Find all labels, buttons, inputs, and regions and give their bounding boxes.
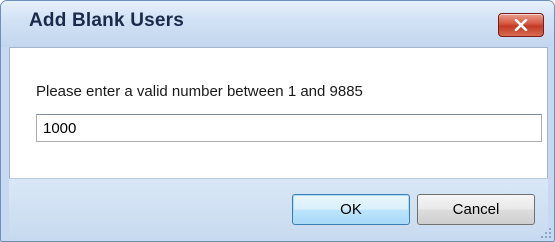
cancel-button[interactable]: Cancel [417, 194, 535, 225]
ok-button[interactable]: OK [292, 194, 410, 225]
close-icon [514, 19, 528, 31]
dialog-title: Add Blank Users [29, 10, 185, 31]
add-blank-users-dialog: Add Blank Users Please enter a valid num… [0, 0, 555, 242]
title-bar[interactable]: Add Blank Users [1, 1, 554, 47]
prompt-label: Please enter a valid number between 1 an… [36, 83, 363, 100]
dialog-content: Please enter a valid number between 1 an… [9, 47, 548, 179]
close-button[interactable] [498, 13, 544, 37]
resize-grip-icon[interactable] [540, 227, 552, 239]
number-input[interactable] [36, 114, 542, 142]
